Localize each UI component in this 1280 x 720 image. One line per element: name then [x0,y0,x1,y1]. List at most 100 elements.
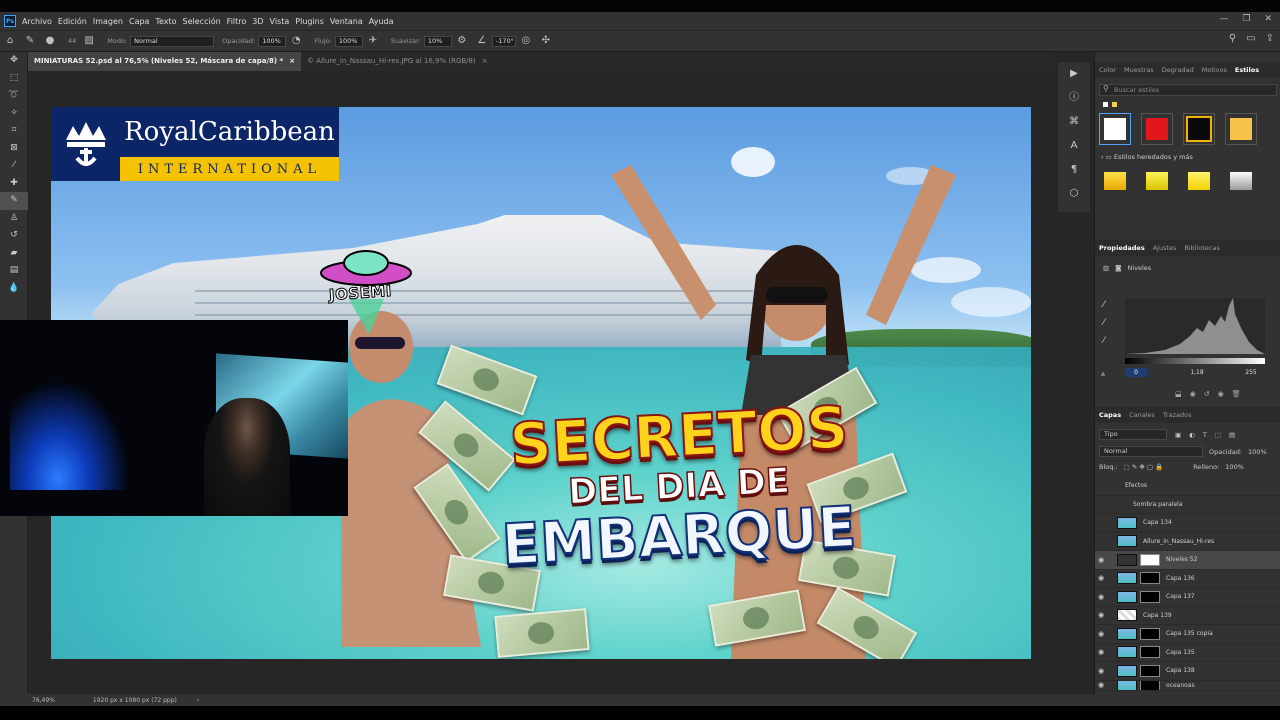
zoom-level[interactable]: 76,49% [32,697,55,704]
style-swatch-silver[interactable] [1225,167,1257,195]
tab-swatches[interactable]: Muestras [1124,66,1154,74]
style-swatch-black[interactable] [1183,113,1215,145]
tab-layers[interactable]: Capas [1099,411,1121,419]
brush-size-icon[interactable]: ● [43,34,57,48]
layer-row[interactable]: ◉ Capa 136 [1095,570,1280,588]
menu-capa[interactable]: Capa [129,17,149,26]
eye-icon[interactable]: ◉ [1095,593,1107,601]
menu-ayuda[interactable]: Ayuda [369,17,394,26]
pressure-opacity-icon[interactable]: ◔ [289,34,303,48]
filter-smart-icon[interactable]: ▤ [1229,431,1235,439]
foreground-chip[interactable] [1103,102,1108,107]
symmetry-icon[interactable]: ✣ [539,34,553,48]
black-point-eyedropper-icon[interactable]: ⁄ [1103,300,1105,310]
history-brush-icon[interactable]: ↺ [0,227,28,245]
visibility-icon[interactable]: ◉ [1218,390,1224,398]
move-tool-icon[interactable]: ✥ [0,52,28,70]
flow-input[interactable]: 100% [334,35,363,47]
pressure-size-icon[interactable]: ◎ [519,34,533,48]
filter-pixel-icon[interactable]: ▣ [1175,431,1181,439]
menu-vista[interactable]: Vista [270,17,290,26]
reset-icon[interactable]: ↺ [1204,390,1210,398]
layer-filter-select[interactable]: Tipo [1099,429,1167,440]
style-swatch-yellow-3[interactable] [1183,167,1215,195]
clip-to-layer-icon[interactable]: ⬓ [1175,390,1182,398]
eye-icon[interactable]: ◉ [1095,556,1107,564]
eye-icon[interactable]: ◉ [1095,574,1107,582]
delete-icon[interactable]: 🗑 [1232,390,1241,398]
menu-3d[interactable]: 3D [252,17,263,26]
tab-styles[interactable]: Estilos [1235,66,1259,74]
tab-properties[interactable]: Propiedades [1099,244,1145,252]
share-icon[interactable]: ⇪ [1266,33,1274,44]
smoothing-settings-icon[interactable]: ⚙ [455,34,469,48]
character-panel-icon[interactable]: A [1058,134,1090,158]
eraser-tool-icon[interactable]: ▰ [0,245,28,263]
tab-adjustments[interactable]: Ajustes [1153,244,1177,252]
home-icon[interactable]: ⌂ [3,34,17,48]
gradient-tool-icon[interactable]: ▤ [0,262,28,280]
3d-panel-icon[interactable]: ⬡ [1058,182,1090,206]
angle-input[interactable]: -170° [491,35,516,47]
smoothing-input[interactable]: 10% [423,35,452,47]
style-swatch-yellow-2[interactable] [1141,167,1173,195]
layer-mask-thumbnail[interactable] [1140,646,1160,659]
layer-row[interactable]: ◉ oceanoas [1095,680,1280,691]
brush-settings-panel-icon[interactable]: ⌘ [1058,110,1090,134]
gray-point-eyedropper-icon[interactable]: ⁄ [1103,318,1105,328]
menu-seleccion[interactable]: Selección [183,17,221,26]
tab-gradients[interactable]: Degradad [1162,66,1194,74]
input-gamma-value[interactable]: 1,18 [1187,368,1207,377]
paragraph-panel-icon[interactable]: ¶ [1058,158,1090,182]
menu-texto[interactable]: Texto [155,17,176,26]
close-icon[interactable]: ✕ [1264,14,1272,24]
style-swatch-gold[interactable] [1225,113,1257,145]
tab-channels[interactable]: Canales [1129,411,1155,419]
tab-libraries[interactable]: Bibliotecas [1184,244,1219,252]
healing-brush-icon[interactable]: ✚ [0,175,28,193]
menu-filtro[interactable]: Filtro [227,17,247,26]
input-black-value[interactable]: 0 [1125,368,1147,377]
tab-paths[interactable]: Trazados [1163,411,1192,419]
tab-color[interactable]: Color [1099,66,1116,74]
inherited-styles-folder[interactable]: › ▭ Estilos heredados y más [1101,153,1277,161]
tab-miniaturas[interactable]: MINIATURAS 52.psd al 76,5% (Niveles 52, … [28,52,302,71]
background-chip[interactable] [1112,102,1117,107]
blend-mode-select[interactable]: Normal [1099,446,1203,457]
eye-icon[interactable]: ◉ [1095,667,1107,675]
stamp-tool-icon[interactable]: ♙ [0,210,28,228]
layer-mask-thumbnail[interactable] [1140,572,1160,585]
view-previous-icon[interactable]: ◉ [1190,390,1196,398]
menu-archivo[interactable]: Archivo [22,17,52,26]
eye-icon[interactable]: ◉ [1095,630,1107,638]
eye-icon[interactable]: ◉ [1095,648,1107,656]
lasso-tool-icon[interactable]: ➰ [0,87,28,105]
filter-adjust-icon[interactable]: ◐ [1189,431,1195,439]
layer-row[interactable]: ◉ Capa 135 [1095,644,1280,662]
brush-settings-icon[interactable]: ▨ [82,34,96,48]
style-swatch-red[interactable] [1141,113,1173,145]
tab-allure[interactable]: © Allure_in_Nassau_Hi-res.JPG al 16,9% (… [301,52,494,71]
menu-edicion[interactable]: Edición [58,17,87,26]
tab-close-icon[interactable]: × [482,52,488,71]
layer-mask-thumbnail[interactable] [1140,627,1160,640]
layer-row-selected[interactable]: ◉ Niveles 52 [1095,551,1280,570]
airbrush-icon[interactable]: ✈ [366,34,380,48]
workspace-icon[interactable]: ▭ [1246,33,1255,44]
info-icon[interactable]: ⓘ [1058,86,1090,110]
blur-tool-icon[interactable]: 💧 [0,280,28,298]
layer-mask-thumbnail[interactable] [1140,680,1160,690]
layer-row[interactable]: Efectos [1095,477,1280,496]
layer-row[interactable]: ◉ Capa 135 copia [1095,625,1280,644]
menu-plugins[interactable]: Plugins [295,17,324,26]
menu-imagen[interactable]: Imagen [93,17,123,26]
styles-search-input[interactable]: Buscar estilos [1099,84,1277,96]
layer-mask-thumbnail[interactable] [1140,553,1160,566]
menu-ventana[interactable]: Ventana [330,17,363,26]
input-white-value[interactable]: 255 [1241,368,1261,377]
layer-row[interactable]: Capa 134 [1095,514,1280,533]
minimize-icon[interactable]: — [1219,14,1228,24]
opacity-input[interactable]: 100% [258,35,287,47]
layer-row[interactable]: Sombra paralela [1095,496,1280,514]
play-actions-icon[interactable]: ▶ [1058,62,1090,86]
